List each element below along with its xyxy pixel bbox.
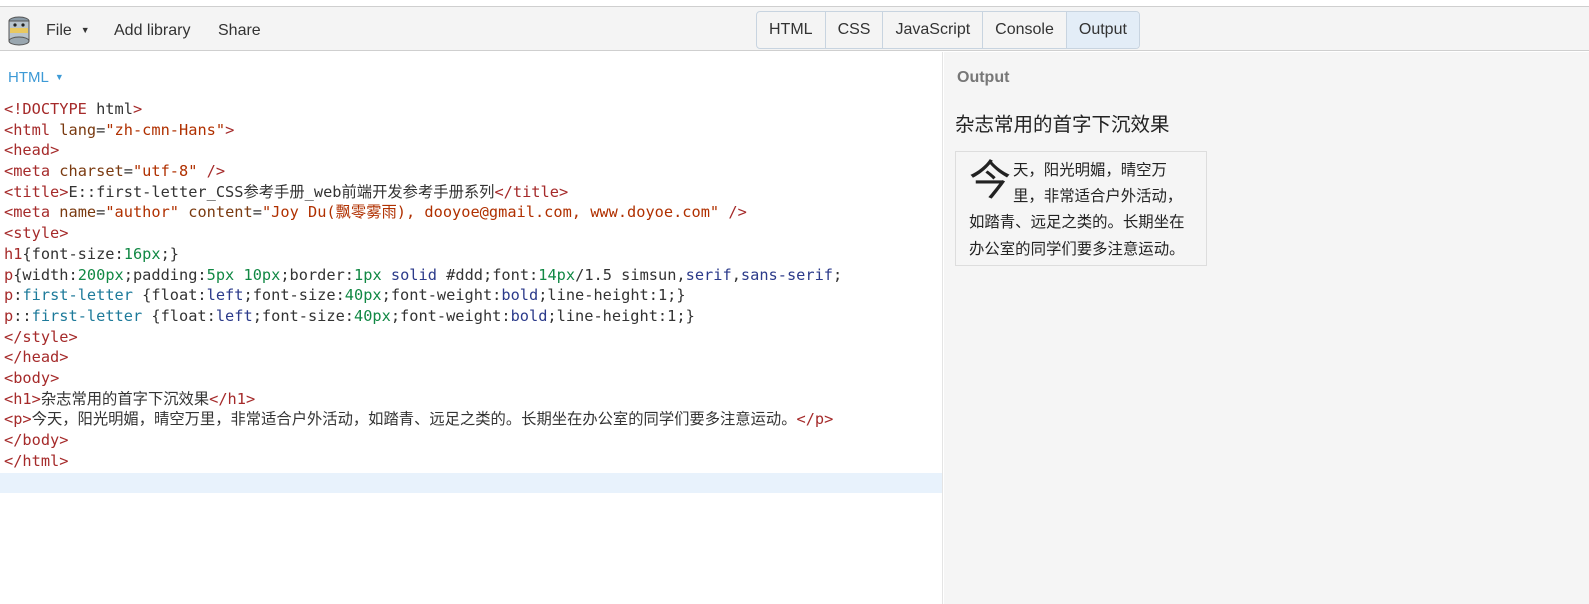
tab-console[interactable]: Console xyxy=(983,12,1067,48)
caret-down-icon: ▼ xyxy=(54,72,64,82)
code-line[interactable]: p::first-letter {float:left;font-size:40… xyxy=(4,306,842,327)
code-line[interactable]: p{width:200px;padding:5px 10px;border:1p… xyxy=(4,265,842,286)
panel-tabs: HTML CSS JavaScript Console Output xyxy=(756,11,1140,49)
editor-mode-dropdown[interactable]: HTML ▼ xyxy=(8,69,64,86)
file-menu[interactable]: File ▼ xyxy=(46,7,90,52)
output-paragraph: 今天，阳光明媚，晴空万里，非常适合户外活动，如踏青、远足之类的。长期坐在办公室的… xyxy=(955,151,1207,266)
code-line[interactable]: <!DOCTYPE html> xyxy=(4,99,842,120)
code-line[interactable]: <html lang="zh-cmn-Hans"> xyxy=(4,120,842,141)
code-line[interactable]: <head> xyxy=(4,140,842,161)
output-panel: Output 杂志常用的首字下沉效果 今天，阳光明媚，晴空万里，非常适合户外活动… xyxy=(944,52,1589,604)
output-heading: 杂志常用的首字下沉效果 xyxy=(955,113,1170,136)
code-line[interactable]: <h1>杂志常用的首字下沉效果</h1> xyxy=(4,389,842,410)
current-line-highlight xyxy=(0,473,942,493)
add-library-label: Add library xyxy=(114,22,191,39)
code-line[interactable]: <meta charset="utf-8" /> xyxy=(4,161,842,182)
toolbar: File ▼ Add library Share HTML CSS JavaScr… xyxy=(0,6,1589,51)
code-line[interactable]: <style> xyxy=(4,223,842,244)
code-editor[interactable]: <!DOCTYPE html> <html lang="zh-cmn-Hans">… xyxy=(4,99,842,471)
share-button[interactable]: Share xyxy=(218,7,261,52)
code-line[interactable]: </head> xyxy=(4,347,842,368)
code-line[interactable]: h1{font-size:16px;} xyxy=(4,244,842,265)
code-line[interactable]: <body> xyxy=(4,368,842,389)
tab-css[interactable]: CSS xyxy=(826,12,884,48)
tab-output[interactable]: Output xyxy=(1066,12,1139,48)
code-line[interactable]: </style> xyxy=(4,327,842,348)
jsbin-logo-icon[interactable] xyxy=(7,16,31,46)
editor-mode-label: HTML xyxy=(8,69,49,86)
add-library-button[interactable]: Add library xyxy=(114,7,190,52)
share-label: Share xyxy=(218,22,261,39)
html-editor-panel[interactable]: HTML ▼ <!DOCTYPE html> <html lang="zh-cmn-… xyxy=(0,52,943,604)
code-line[interactable]: </html> xyxy=(4,451,842,472)
tab-html[interactable]: HTML xyxy=(757,12,826,48)
drop-cap-letter: 今 xyxy=(969,156,1012,205)
tab-javascript[interactable]: JavaScript xyxy=(883,12,984,48)
code-line[interactable]: </body> xyxy=(4,430,842,451)
code-line[interactable]: <p>今天，阳光明媚，晴空万里，非常适合户外活动，如踏青、远足之类的。长期坐在办… xyxy=(4,409,842,430)
code-line[interactable]: <meta name="author" content="Joy Du(飘零雾雨… xyxy=(4,202,842,223)
code-line[interactable]: <title>E::first-letter_CSS参考手册_web前端开发参考… xyxy=(4,182,842,203)
file-menu-label: File xyxy=(46,22,72,39)
caret-down-icon: ▼ xyxy=(80,25,90,35)
output-panel-label: Output xyxy=(957,69,1010,86)
code-line[interactable]: p:first-letter {float:left;font-size:40p… xyxy=(4,285,842,306)
